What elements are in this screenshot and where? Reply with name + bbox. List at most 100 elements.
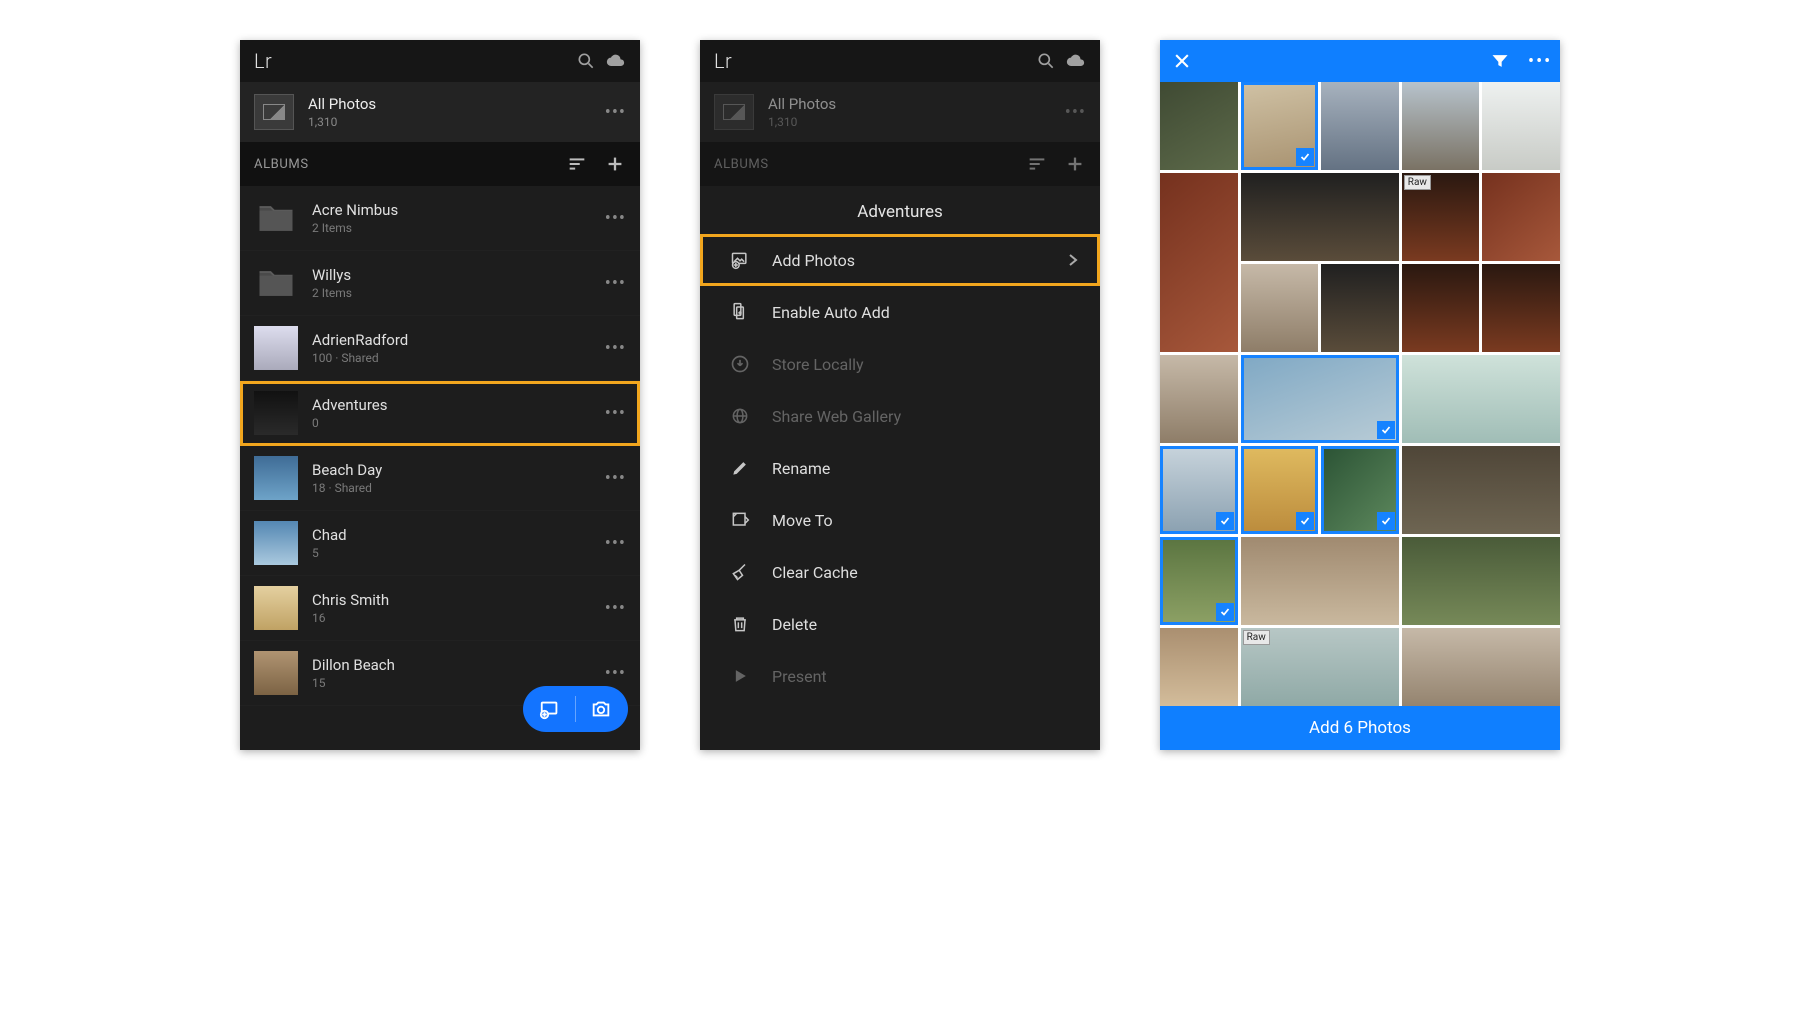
- folder-icon: [254, 196, 298, 240]
- all-photos-row: All Photos 1,310 •••: [700, 82, 1100, 142]
- all-photos-thumb: [254, 94, 294, 130]
- app-logo: Lr: [254, 49, 272, 73]
- add-photos-button[interactable]: Add 6 Photos: [1160, 706, 1560, 750]
- more-icon[interactable]: •••: [605, 663, 626, 684]
- search-icon[interactable]: [1036, 51, 1056, 71]
- folder-icon: [254, 261, 298, 305]
- menu-label: Share Web Gallery: [772, 407, 1078, 426]
- topbar: Lr: [240, 40, 640, 82]
- album-row[interactable]: Willys 2 Items •••: [240, 251, 640, 316]
- menu-item-delete[interactable]: Delete: [700, 598, 1100, 650]
- picker-topbar: •••: [1160, 40, 1560, 82]
- menu-label: Rename: [772, 459, 1078, 478]
- more-icon[interactable]: •••: [1528, 51, 1548, 71]
- more-icon: •••: [1065, 102, 1086, 123]
- more-icon[interactable]: •••: [605, 533, 626, 554]
- fab-add-capture[interactable]: [523, 686, 628, 732]
- more-icon[interactable]: •••: [605, 273, 626, 294]
- photo-tile[interactable]: [1402, 264, 1480, 352]
- menu-label: Enable Auto Add: [772, 303, 1078, 322]
- photo-tile[interactable]: [1241, 355, 1399, 443]
- menu-item-enable-auto-add[interactable]: Enable Auto Add: [700, 286, 1100, 338]
- photo-tile[interactable]: [1402, 446, 1560, 534]
- album-name: Dillon Beach: [312, 656, 591, 674]
- close-icon[interactable]: [1172, 51, 1192, 71]
- photo-tile[interactable]: [1482, 173, 1560, 261]
- photo-tile[interactable]: [1160, 173, 1238, 352]
- add-album-icon[interactable]: [604, 153, 626, 175]
- photo-tile[interactable]: [1402, 82, 1480, 170]
- selected-check-icon: [1377, 512, 1395, 530]
- add-photo-icon: [539, 698, 561, 720]
- album-row[interactable]: Chris Smith16•••: [240, 576, 640, 641]
- album-meta: 16: [312, 611, 591, 625]
- more-icon[interactable]: •••: [605, 208, 626, 229]
- cloud-icon[interactable]: [1066, 51, 1086, 71]
- raw-badge: Raw: [1243, 630, 1270, 645]
- more-icon[interactable]: •••: [605, 102, 626, 123]
- album-thumb: [254, 586, 298, 630]
- photo-tile[interactable]: [1402, 355, 1560, 443]
- photo-tile[interactable]: [1241, 173, 1399, 261]
- album-name: AdrienRadford: [312, 331, 591, 349]
- photo-tile[interactable]: [1321, 82, 1399, 170]
- photo-tile[interactable]: Raw: [1241, 628, 1399, 706]
- photo-tile[interactable]: [1402, 628, 1560, 706]
- photo-tile[interactable]: [1482, 264, 1560, 352]
- photo-grid: Raw Raw: [1160, 82, 1560, 706]
- album-row[interactable]: Beach Day 18 · Shared •••: [240, 446, 640, 511]
- photo-tile[interactable]: [1241, 446, 1319, 534]
- album-name: Beach Day: [312, 461, 591, 479]
- photo-tile[interactable]: [1402, 537, 1560, 625]
- album-row[interactable]: AdrienRadford 100 · Shared •••: [240, 316, 640, 381]
- menu-item-clear-cache[interactable]: Clear Cache: [700, 546, 1100, 598]
- menu-item-present[interactable]: Present: [700, 650, 1100, 702]
- menu-item-move-to[interactable]: Move To: [700, 494, 1100, 546]
- album-row[interactable]: Acre Nimbus2 Items•••: [240, 186, 640, 251]
- album-meta: 2 Items: [312, 221, 591, 235]
- more-icon[interactable]: •••: [605, 468, 626, 489]
- photo-tile[interactable]: Raw: [1402, 173, 1480, 261]
- more-icon[interactable]: •••: [605, 598, 626, 619]
- album-row[interactable]: Adventures0•••: [240, 381, 640, 446]
- photo-tile[interactable]: [1321, 446, 1399, 534]
- search-icon[interactable]: [576, 51, 596, 71]
- camera-icon: [590, 698, 612, 720]
- all-photos-title: All Photos: [308, 95, 591, 113]
- menu-item-share-web-gallery[interactable]: Share Web Gallery: [700, 390, 1100, 442]
- selected-check-icon: [1296, 512, 1314, 530]
- menu-item-rename[interactable]: Rename: [700, 442, 1100, 494]
- selected-check-icon: [1296, 148, 1314, 166]
- sort-icon[interactable]: [566, 153, 588, 175]
- photo-tile[interactable]: [1241, 264, 1319, 352]
- filter-icon[interactable]: [1490, 51, 1510, 71]
- photo-tile[interactable]: [1160, 628, 1238, 706]
- menu-label: Move To: [772, 511, 1078, 530]
- menu-item-add-photos[interactable]: Add Photos: [700, 234, 1100, 286]
- photo-tile[interactable]: [1482, 82, 1560, 170]
- photo-tile[interactable]: [1321, 264, 1399, 352]
- photo-tile[interactable]: [1241, 537, 1399, 625]
- album-list: Acre Nimbus2 Items•••Willys2 Items•••Adr…: [240, 186, 640, 750]
- menu-label: Store Locally: [772, 355, 1078, 374]
- photo-tile[interactable]: [1160, 537, 1238, 625]
- menu-item-store-locally[interactable]: Store Locally: [700, 338, 1100, 390]
- photo-tile[interactable]: [1241, 82, 1319, 170]
- more-icon[interactable]: •••: [605, 403, 626, 424]
- album-row[interactable]: Chad5•••: [240, 511, 640, 576]
- album-meta: 2 Items: [312, 286, 591, 300]
- album-meta: 100 · Shared: [312, 351, 591, 365]
- photo-tile[interactable]: [1160, 355, 1238, 443]
- album-meta: 0: [312, 416, 591, 430]
- app-logo: Lr: [714, 49, 732, 73]
- cloud-icon[interactable]: [606, 51, 626, 71]
- album-meta: 18 · Shared: [312, 481, 591, 495]
- menu-label: Clear Cache: [772, 563, 1078, 582]
- album-name: Willys: [312, 266, 591, 284]
- screen-albums-list: Lr All Photos 1,310 ••• ALBUMS Acre Nimb…: [240, 40, 640, 750]
- sort-icon: [1026, 153, 1048, 175]
- photo-tile[interactable]: [1160, 82, 1238, 170]
- all-photos-row[interactable]: All Photos 1,310 •••: [240, 82, 640, 142]
- photo-tile[interactable]: [1160, 446, 1238, 534]
- more-icon[interactable]: •••: [605, 338, 626, 359]
